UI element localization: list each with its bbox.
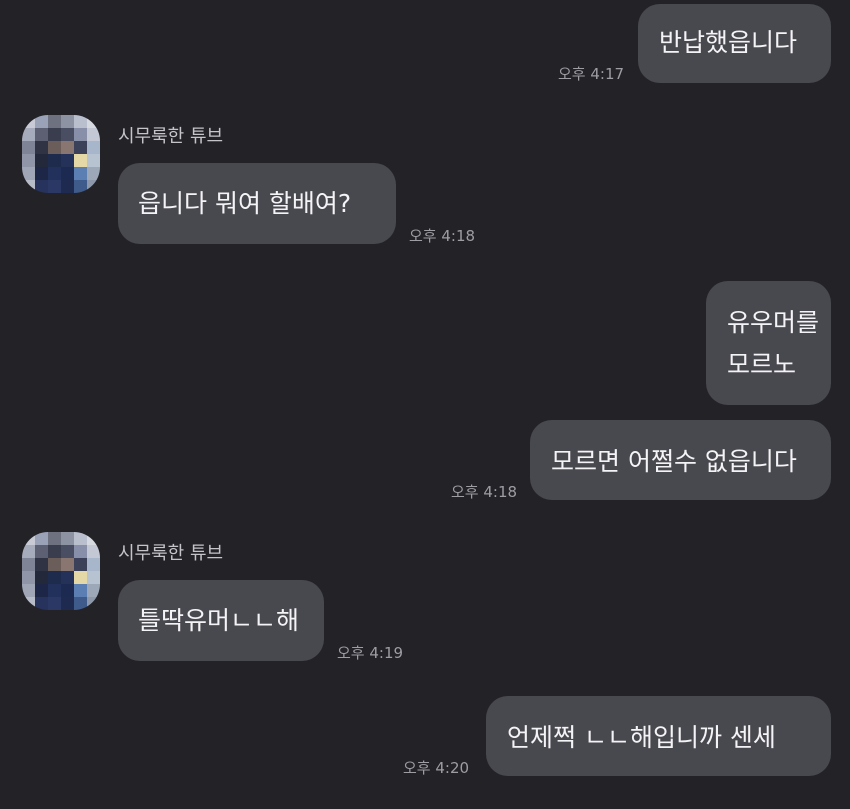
message-text-line: 유우머를 bbox=[727, 308, 820, 337]
message-timestamp: 오후 4:19 bbox=[337, 644, 404, 662]
message-bubble-outgoing[interactable]: 모르면 어쩔수 없읍니다 bbox=[530, 420, 831, 500]
message-bubble-outgoing[interactable]: 반납했읍니다 bbox=[638, 4, 831, 83]
message-bubble-outgoing[interactable]: 유우머를 모르노 bbox=[706, 281, 831, 405]
message-timestamp: 오후 4:18 bbox=[451, 483, 518, 501]
message-bubble-incoming[interactable]: 틀딱유머ㄴㄴ해 bbox=[118, 580, 324, 661]
pixelated-profile-avatar-icon[interactable] bbox=[22, 115, 100, 193]
pixelated-profile-avatar-icon[interactable] bbox=[22, 532, 100, 610]
message-timestamp: 오후 4:20 bbox=[403, 759, 470, 777]
sender-name: 시무룩한 튜브 bbox=[118, 126, 224, 147]
message-text-line: 모르노 bbox=[727, 350, 797, 379]
message-bubble-outgoing[interactable]: 언제쩍 ㄴㄴ해입니까 센세 bbox=[486, 696, 831, 776]
message-timestamp: 오후 4:18 bbox=[409, 227, 476, 245]
message-text: 언제쩍 ㄴㄴ해입니까 센세 bbox=[507, 723, 776, 752]
message-text: 읍니다 뭐여 할배여? bbox=[138, 189, 352, 218]
message-timestamp: 오후 4:17 bbox=[558, 65, 625, 83]
sender-name: 시무룩한 튜브 bbox=[118, 543, 224, 564]
message-text: 반납했읍니다 bbox=[659, 28, 798, 57]
message-text: 모르면 어쩔수 없읍니다 bbox=[551, 447, 797, 476]
message-bubble-incoming[interactable]: 읍니다 뭐여 할배여? bbox=[118, 163, 396, 244]
message-text: 틀딱유머ㄴㄴ해 bbox=[138, 606, 300, 635]
